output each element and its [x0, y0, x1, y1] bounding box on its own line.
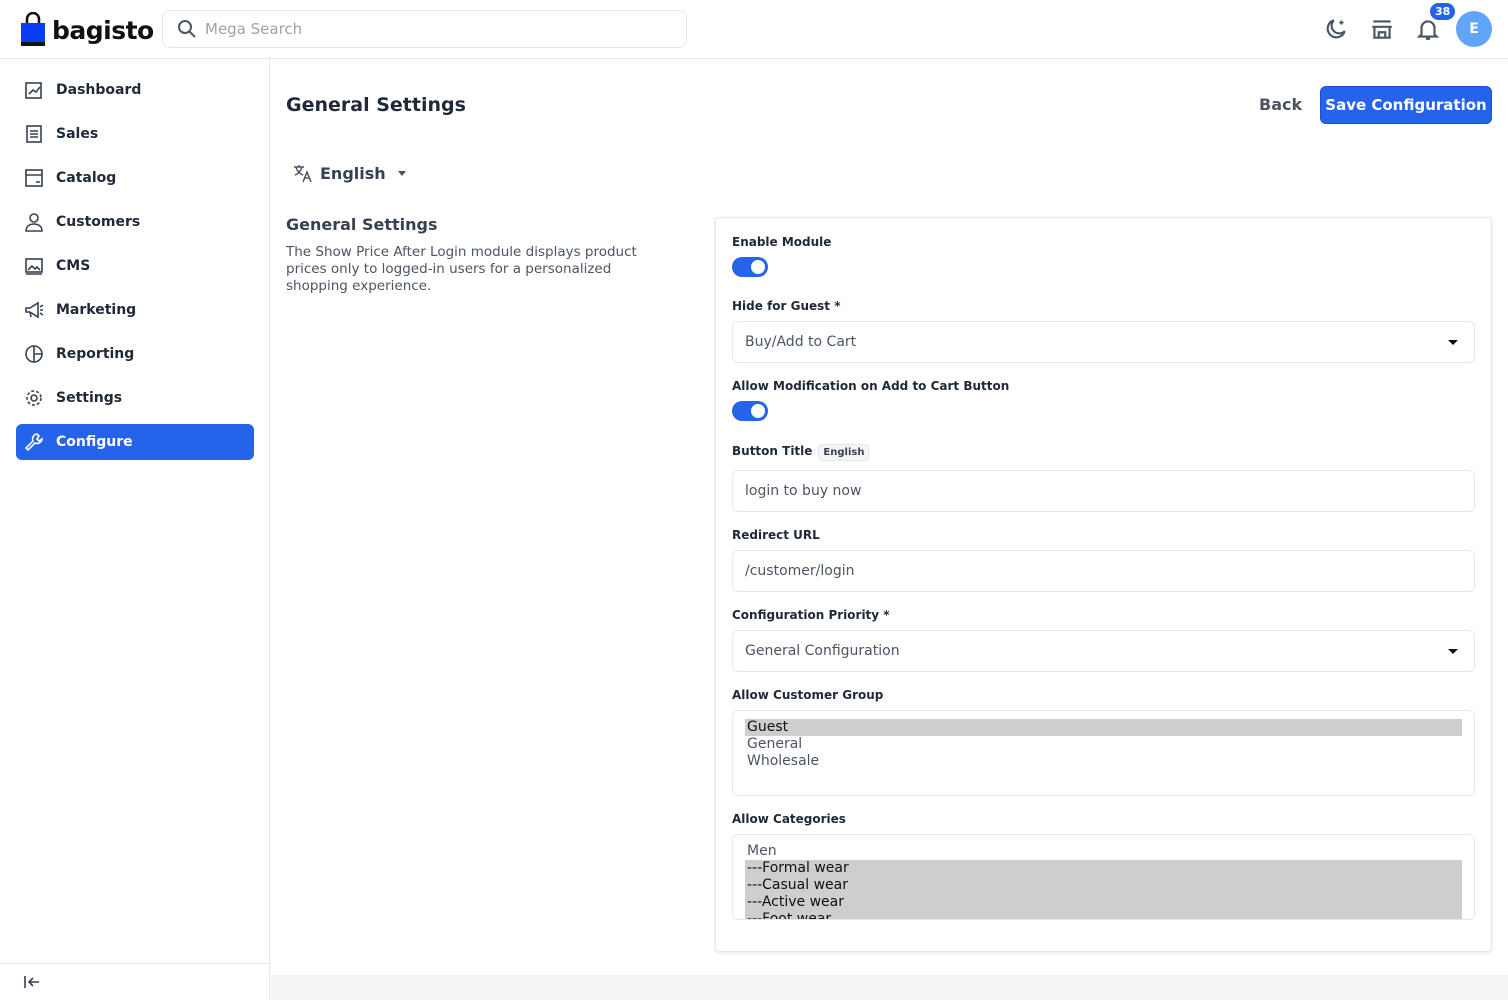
hide-for-guest-label: Hide for Guest * — [732, 299, 841, 313]
categories-multiselect[interactable]: Men ---Formal wear ---Casual wear ---Act… — [732, 834, 1475, 920]
translate-icon — [294, 165, 312, 183]
button-title-label: Button Title English — [732, 444, 870, 461]
redirect-url-label: Redirect URL — [732, 528, 820, 542]
allow-modification-toggle[interactable] — [732, 401, 768, 421]
button-title-input[interactable]: login to buy now — [732, 470, 1475, 512]
sidebar-item-configure[interactable]: Configure — [16, 424, 254, 460]
reporting-icon — [25, 345, 43, 363]
collapse-icon — [24, 976, 39, 988]
section-title: General Settings — [286, 215, 438, 234]
top-bar: bagisto 38 E — [0, 0, 1508, 59]
option-active-wear[interactable]: ---Active wear — [745, 894, 1462, 911]
allow-modification-label: Allow Modification on Add to Cart Button — [732, 379, 1010, 393]
sidebar-item-settings[interactable]: Settings — [16, 380, 254, 416]
sidebar-item-customers[interactable]: Customers — [16, 204, 254, 240]
mega-search[interactable] — [162, 10, 687, 48]
sidebar-item-sales[interactable]: Sales — [16, 116, 254, 152]
configuration-priority-select[interactable]: General Configuration — [732, 630, 1475, 672]
catalog-icon — [25, 169, 43, 187]
enable-module-toggle[interactable] — [732, 257, 768, 277]
avatar[interactable]: E — [1456, 11, 1492, 47]
enable-module-label: Enable Module — [732, 235, 832, 249]
customers-icon — [25, 213, 43, 232]
sidebar-item-catalog[interactable]: Catalog — [16, 160, 254, 196]
notification-badge: 38 — [1430, 3, 1456, 20]
storefront-icon[interactable] — [1369, 16, 1395, 42]
option-men[interactable]: Men — [745, 843, 1462, 860]
footer-strip — [271, 975, 1508, 1000]
customer-group-label: Allow Customer Group — [732, 688, 884, 702]
settings-panel: Enable Module Hide for Guest * Buy/Add t… — [715, 217, 1492, 952]
search-input[interactable] — [205, 20, 605, 38]
option-general[interactable]: General — [745, 736, 1462, 753]
save-configuration-button[interactable]: Save Configuration — [1320, 86, 1492, 124]
cms-icon — [25, 258, 43, 275]
sidebar-item-cms[interactable]: CMS — [16, 248, 254, 284]
customer-group-multiselect[interactable]: Guest General Wholesale — [732, 710, 1475, 796]
megaphone-icon — [25, 301, 44, 319]
option-casual-wear[interactable]: ---Casual wear — [745, 877, 1462, 894]
sidebar-item-marketing[interactable]: Marketing — [16, 292, 254, 328]
hide-for-guest-select[interactable]: Buy/Add to Cart — [732, 321, 1475, 363]
search-icon — [178, 20, 196, 38]
locale-chip: English — [818, 444, 870, 461]
option-guest[interactable]: Guest — [745, 719, 1462, 736]
sales-icon — [26, 125, 42, 143]
bag-logo-icon — [21, 12, 45, 46]
sidebar: Dashboard Sales Catalog Customers CMS Ma… — [0, 59, 270, 1000]
locale-switcher[interactable]: English — [292, 162, 406, 184]
page-title: General Settings — [286, 94, 466, 116]
section-description: The Show Price After Login module displa… — [286, 244, 637, 294]
dark-mode-icon[interactable] — [1323, 16, 1349, 42]
logo[interactable]: bagisto — [20, 12, 154, 48]
option-wholesale[interactable]: Wholesale — [745, 753, 1462, 770]
option-formal-wear[interactable]: ---Formal wear — [745, 860, 1462, 877]
collapse-sidebar-button[interactable] — [0, 963, 270, 1000]
wrench-icon — [24, 433, 43, 452]
categories-label: Allow Categories — [732, 812, 846, 826]
configuration-priority-label: Configuration Priority * — [732, 608, 890, 622]
redirect-url-input[interactable]: /customer/login — [732, 550, 1475, 592]
chevron-down-icon — [1448, 649, 1458, 654]
gear-icon — [26, 390, 42, 406]
option-foot-wear[interactable]: ---Foot wear — [745, 911, 1462, 919]
sidebar-item-reporting[interactable]: Reporting — [16, 336, 254, 372]
sidebar-item-dashboard[interactable]: Dashboard — [16, 72, 254, 108]
chevron-down-icon — [1448, 340, 1458, 345]
caret-down-icon — [397, 170, 406, 176]
back-link[interactable]: Back — [1259, 95, 1302, 114]
dashboard-icon — [25, 82, 42, 99]
